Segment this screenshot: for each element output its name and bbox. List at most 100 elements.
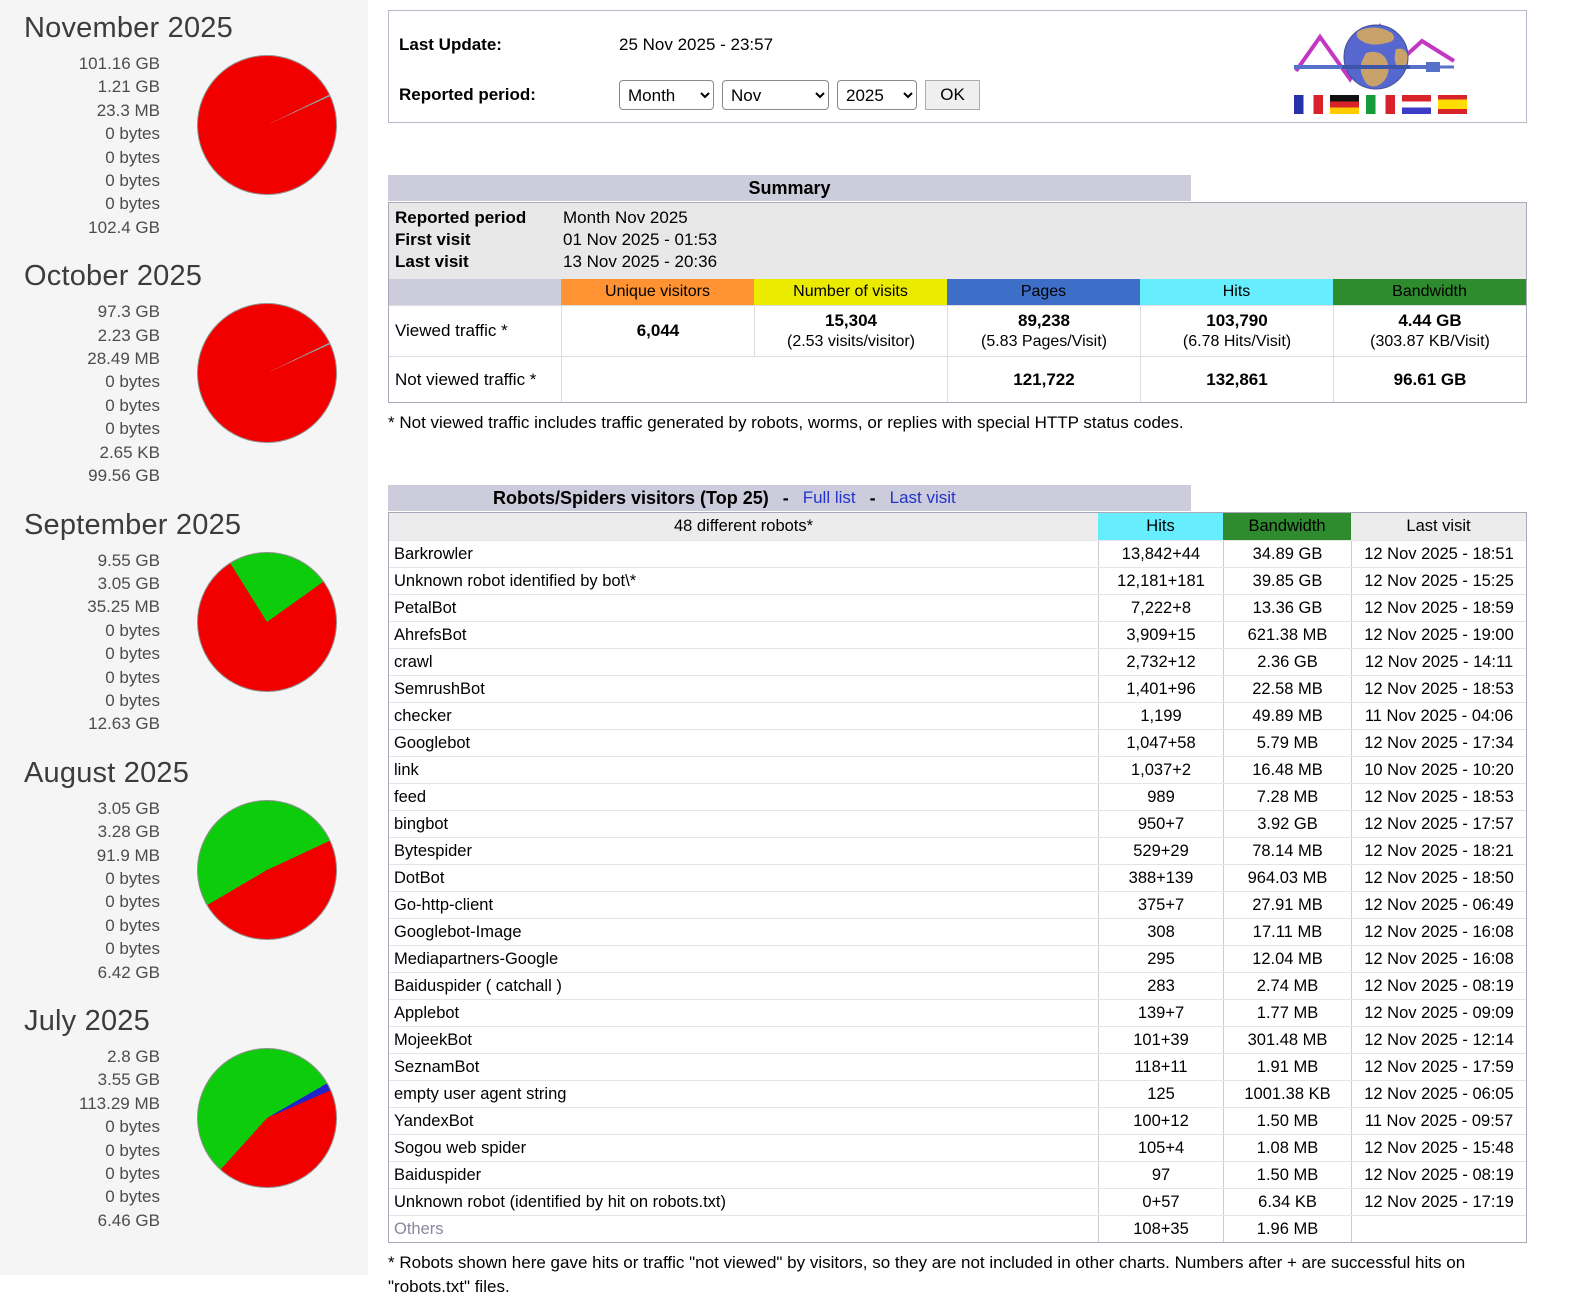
robot-bandwidth: 301.48 MB — [1223, 1027, 1351, 1053]
bandwidth-value: 0 bytes — [24, 867, 160, 890]
first-visit-value: 01 Nov 2025 - 01:53 — [563, 229, 717, 251]
robot-hits: 1,199 — [1098, 703, 1223, 729]
robot-bandwidth: 1.50 MB — [1223, 1162, 1351, 1188]
bandwidth-value: 0 bytes — [24, 1139, 160, 1162]
robot-bandwidth: 1.50 MB — [1223, 1108, 1351, 1134]
robot-name: Applebot — [389, 1000, 1098, 1026]
bandwidth-value: 6.42 GB — [24, 961, 160, 984]
robot-bandwidth: 34.89 GB — [1223, 541, 1351, 567]
robot-last-visit — [1351, 1216, 1526, 1242]
ok-button[interactable]: OK — [925, 80, 980, 110]
robot-bandwidth: 13.36 GB — [1223, 595, 1351, 621]
robot-bandwidth: 1.08 MB — [1223, 1135, 1351, 1161]
bandwidth-value: 0 bytes — [24, 689, 160, 712]
robot-name: Unknown robot identified by bot\* — [389, 568, 1098, 594]
not-viewed-traffic-label: Not viewed traffic * — [389, 356, 561, 402]
flag-icon[interactable] — [1402, 95, 1431, 114]
bandwidth-value: 0 bytes — [24, 417, 160, 440]
table-row: PetalBot 7,222+8 13.36 GB 12 Nov 2025 - … — [389, 594, 1526, 621]
bandwidth-value: 0 bytes — [24, 619, 160, 642]
separator: - — [783, 488, 789, 509]
robot-name: empty user agent string — [389, 1081, 1098, 1107]
table-row: feed 989 7.28 MB 12 Nov 2025 - 18:53 — [389, 783, 1526, 810]
month-values-list: 9.55 GB3.05 GB35.25 MB0 bytes0 bytes0 by… — [24, 549, 160, 736]
table-row: Googlebot-Image 308 17.11 MB 12 Nov 2025… — [389, 918, 1526, 945]
robot-bandwidth: 12.04 MB — [1223, 946, 1351, 972]
summary-table: Reported periodMonth Nov 2025 First visi… — [388, 202, 1527, 403]
table-row: Sogou web spider 105+4 1.08 MB 12 Nov 20… — [389, 1134, 1526, 1161]
robot-hits: 375+7 — [1098, 892, 1223, 918]
not-viewed-pages: 121,722 — [1013, 370, 1074, 390]
robot-name: Bytespider — [389, 838, 1098, 864]
table-row: DotBot 388+139 964.03 MB 12 Nov 2025 - 1… — [389, 864, 1526, 891]
robots-title-bar: Robots/Spiders visitors (Top 25) - Full … — [388, 485, 1191, 511]
robot-name: YandexBot — [389, 1108, 1098, 1134]
bandwidth-value: 12.63 GB — [24, 712, 160, 735]
bandwidth-pie-chart — [197, 552, 337, 692]
summary-title-bar: Summary — [388, 175, 1191, 201]
flag-icon[interactable] — [1294, 95, 1323, 114]
year-select[interactable]: 2025 — [837, 80, 917, 110]
robot-bandwidth: 2.36 GB — [1223, 649, 1351, 675]
robot-name: bingbot — [389, 811, 1098, 837]
robot-bandwidth: 621.38 MB — [1223, 622, 1351, 648]
summary-title: Summary — [748, 178, 830, 199]
robot-last-visit: 12 Nov 2025 - 12:14 — [1351, 1027, 1526, 1053]
month-title: July 2025 — [24, 1005, 368, 1038]
full-list-link[interactable]: Full list — [803, 488, 856, 508]
month-title: October 2025 — [24, 260, 368, 293]
flag-icon[interactable] — [1330, 95, 1359, 114]
month-block-september: September 2025 9.55 GB3.05 GB35.25 MB0 b… — [24, 509, 368, 736]
robot-hits: 105+4 — [1098, 1135, 1223, 1161]
robot-bandwidth: 17.11 MB — [1223, 919, 1351, 945]
last-visit-link[interactable]: Last visit — [890, 488, 956, 508]
robot-last-visit: 12 Nov 2025 - 18:21 — [1351, 838, 1526, 864]
period-type-select[interactable]: Month — [619, 80, 714, 110]
last-visit-column-header: Last visit — [1351, 513, 1526, 540]
robot-name: Googlebot — [389, 730, 1098, 756]
table-row: SeznamBot 118+11 1.91 MB 12 Nov 2025 - 1… — [389, 1053, 1526, 1080]
robot-bandwidth: 6.34 KB — [1223, 1189, 1351, 1215]
bandwidth-column-header: Bandwidth — [1223, 513, 1351, 540]
table-row: SemrushBot 1,401+96 22.58 MB 12 Nov 2025… — [389, 675, 1526, 702]
viewed-bandwidth: 4.44 GB — [1398, 311, 1461, 331]
robot-hits: 118+11 — [1098, 1054, 1223, 1080]
robot-bandwidth: 7.28 MB — [1223, 784, 1351, 810]
table-row: AhrefsBot 3,909+15 621.38 MB 12 Nov 2025… — [389, 621, 1526, 648]
report-header-box: Last Update: 25 Nov 2025 - 23:57 Reporte… — [388, 10, 1527, 123]
table-row: checker 1,199 49.89 MB 11 Nov 2025 - 04:… — [389, 702, 1526, 729]
bandwidth-value: 0 bytes — [24, 937, 160, 960]
bandwidth-pie-chart — [197, 1048, 337, 1188]
month-title: November 2025 — [24, 12, 368, 45]
table-row: bingbot 950+7 3.92 GB 12 Nov 2025 - 17:5… — [389, 810, 1526, 837]
viewed-hits: 103,790 — [1206, 311, 1267, 331]
month-select[interactable]: Nov — [722, 80, 829, 110]
robot-last-visit: 12 Nov 2025 - 17:34 — [1351, 730, 1526, 756]
flag-icon[interactable] — [1438, 95, 1467, 114]
robot-name: feed — [389, 784, 1098, 810]
robot-last-visit: 12 Nov 2025 - 08:19 — [1351, 1162, 1526, 1188]
robot-last-visit: 12 Nov 2025 - 18:50 — [1351, 865, 1526, 891]
robot-last-visit: 12 Nov 2025 - 18:51 — [1351, 541, 1526, 567]
robot-bandwidth: 49.89 MB — [1223, 703, 1351, 729]
robot-last-visit: 12 Nov 2025 - 18:53 — [1351, 784, 1526, 810]
bandwidth-value: 0 bytes — [24, 169, 160, 192]
not-viewed-traffic-row: Not viewed traffic * 121,722 132,861 96.… — [389, 356, 1526, 402]
month-title: September 2025 — [24, 509, 368, 542]
robot-bandwidth: 1001.38 KB — [1223, 1081, 1351, 1107]
robots-table: 48 different robots* Hits Bandwidth Last… — [388, 512, 1527, 1243]
robot-name: DotBot — [389, 865, 1098, 891]
bandwidth-value: 0 bytes — [24, 1115, 160, 1138]
robot-bandwidth: 1.91 MB — [1223, 1054, 1351, 1080]
bandwidth-value: 3.28 GB — [24, 820, 160, 843]
bandwidth-value: 23.3 MB — [24, 99, 160, 122]
viewed-pages-ratio: (5.83 Pages/Visit) — [981, 333, 1107, 351]
robot-name: link — [389, 757, 1098, 783]
last-update-label: Last Update: — [399, 35, 619, 55]
reported-period-value: Month Nov 2025 — [563, 207, 688, 229]
bandwidth-value: 2.8 GB — [24, 1045, 160, 1068]
bandwidth-value: 2.65 KB — [24, 441, 160, 464]
robot-last-visit: 12 Nov 2025 - 19:00 — [1351, 622, 1526, 648]
robot-last-visit: 12 Nov 2025 - 17:59 — [1351, 1054, 1526, 1080]
flag-icon[interactable] — [1366, 95, 1395, 114]
